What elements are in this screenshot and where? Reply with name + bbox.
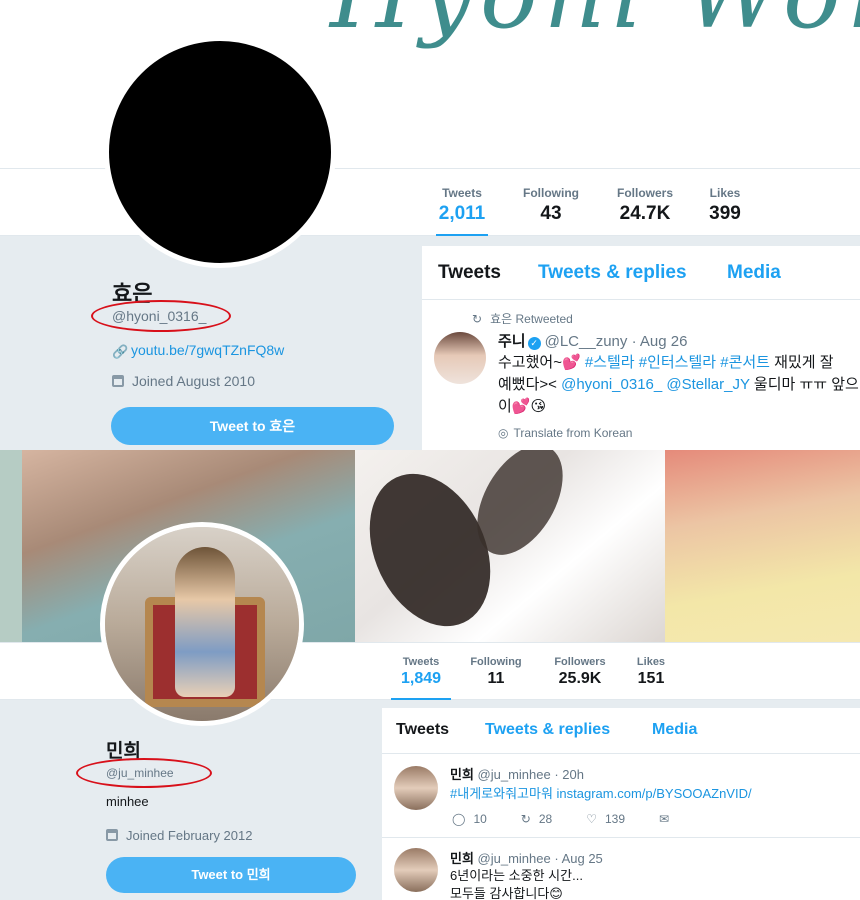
tweet-item[interactable]: 민희 @ju_minhee · 20h #내게로와줘고마워 instagram.…	[382, 754, 860, 838]
tweet-header: 민희 @ju_minhee · 20h	[450, 767, 584, 782]
annotation-circle	[91, 300, 231, 332]
profile-avatar[interactable]	[104, 36, 336, 268]
profile-screenshot-minhee: Tweets 1,849 Following 11 Followers 25.9…	[0, 450, 860, 900]
tweet-actions: ◯ 10 ↻ 28 ♡ 139 ✉	[452, 812, 670, 826]
tweet-text: 6년이라는 소중한 시간... 모두들 감사합니다😊	[450, 868, 583, 900]
profile-avatar[interactable]	[100, 522, 304, 726]
translate-link[interactable]: ◎ Translate from Korean	[498, 426, 632, 440]
stat-tweets[interactable]: Tweets 2,011	[436, 186, 488, 237]
profile-screenshot-hyoni: Hyoni Wor Tweets 2,011 Following 43 Foll…	[0, 0, 860, 450]
stat-likes[interactable]: Likes 399	[705, 186, 745, 237]
annotation-circle	[76, 758, 212, 788]
tweet-item[interactable]: 민희 @ju_minhee · Aug 25 6년이라는 소중한 시간... 모…	[382, 838, 860, 900]
tweet-avatar[interactable]	[394, 848, 438, 892]
globe-icon: ◎	[498, 426, 509, 440]
tab-media[interactable]: Media	[652, 721, 697, 739]
like-icon[interactable]: ♡	[586, 812, 597, 826]
profile-joined: Joined August 2010	[112, 373, 255, 389]
retweet-context: ↻ 효은 Retweeted	[472, 312, 573, 326]
stat-following[interactable]: Following 43	[516, 186, 586, 237]
tab-media[interactable]: Media	[727, 262, 781, 284]
tweet-text: 수고했어~💕 #스텔라 #인터스텔라 #콘서트 재밌게 잘 예뻤다>< @hyo…	[498, 354, 859, 415]
profile-bio: minhee	[106, 794, 149, 809]
stat-followers[interactable]: Followers 24.7K	[612, 186, 678, 237]
tweet-header: 민희 @ju_minhee · Aug 25	[450, 851, 603, 866]
banner-text: Hyoni Wor	[330, 0, 860, 50]
tweet-header: 주니 ✓ @LC__zuny · Aug 26	[498, 333, 688, 350]
tweet-item[interactable]: ↻ 효은 Retweeted 주니 ✓ @LC__zuny · Aug 26 수고했어…	[422, 300, 860, 450]
stat-tweets[interactable]: Tweets 1,849	[391, 656, 451, 701]
calendar-icon	[112, 375, 124, 387]
profile-body: 민희 @ju_minhee minhee Joined February 201…	[0, 700, 860, 900]
tab-tweets-replies[interactable]: Tweets & replies	[538, 262, 687, 284]
timeline: Tweets Tweets & replies Media ↻ 효은 Retwee…	[422, 246, 860, 450]
verified-icon: ✓	[527, 337, 541, 350]
tweet-to-button[interactable]: Tweet to 민희	[106, 857, 356, 893]
reply-icon[interactable]: ◯	[452, 812, 465, 826]
retweet-icon[interactable]: ↻	[521, 812, 531, 826]
retweet-icon: ↻	[472, 312, 483, 326]
tweet-avatar[interactable]	[394, 766, 438, 810]
message-icon[interactable]: ✉	[659, 812, 669, 826]
tweet-to-button[interactable]: Tweet to 효은	[111, 407, 394, 445]
profile-website: 🔗 youtu.be/7gwqTZnFQ8w	[112, 342, 285, 359]
calendar-icon	[106, 829, 118, 841]
banner-photo	[346, 450, 665, 646]
profile-body: 효은 @hyoni_0316_ 🔗 youtu.be/7gwqTZnFQ8w Jo…	[0, 236, 860, 450]
tweet-avatar[interactable]	[434, 332, 486, 384]
stat-following[interactable]: Following 11	[466, 656, 526, 701]
tweet-text[interactable]: #내게로와줘고마워 instagram.com/p/BYSOOAZnVID/	[450, 783, 752, 802]
timeline-tabs: Tweets Tweets & replies Media	[382, 708, 860, 754]
link-icon: 🔗	[112, 344, 129, 359]
timeline-tabs: Tweets Tweets & replies Media	[422, 246, 860, 300]
timeline: Tweets Tweets & replies Media 민희 @ju_min…	[382, 708, 860, 900]
stat-likes[interactable]: Likes 151	[634, 656, 668, 701]
tab-tweets[interactable]: Tweets	[396, 721, 449, 739]
tab-tweets-replies[interactable]: Tweets & replies	[485, 721, 610, 739]
tab-tweets[interactable]: Tweets	[438, 262, 501, 284]
banner-photo	[665, 450, 860, 642]
profile-joined: Joined February 2012	[106, 828, 252, 843]
stat-followers[interactable]: Followers 25.9K	[550, 656, 610, 701]
